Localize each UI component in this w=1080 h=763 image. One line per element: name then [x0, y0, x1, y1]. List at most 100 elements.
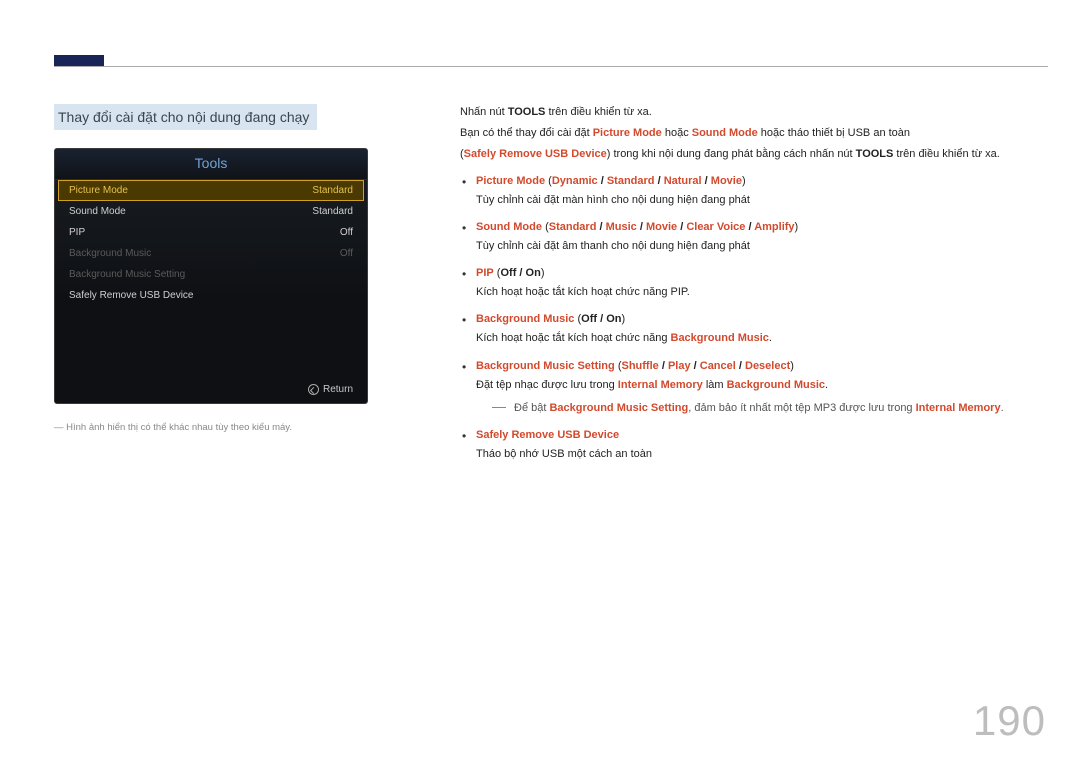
row-label: Picture Mode — [69, 185, 128, 196]
item-background-music-setting: Background Music Setting (Shuffle / Play… — [460, 358, 1048, 417]
text: ) — [541, 267, 545, 279]
opt: Standard — [607, 175, 655, 187]
row-label: Sound Mode — [69, 206, 126, 217]
picture-mode-term: Picture Mode — [593, 127, 662, 139]
text: ) — [621, 313, 625, 325]
opt: On — [606, 313, 621, 325]
row-value: Off — [340, 227, 353, 238]
section-heading: Thay đổi cài đặt cho nội dung đang chạy — [54, 104, 317, 130]
text: Bạn có thể thay đổi cài đặt — [460, 127, 593, 139]
sep: / — [659, 360, 668, 372]
opt: Music — [606, 221, 637, 233]
item-desc: Tùy chỉnh cài đặt âm thanh cho nội dung … — [476, 238, 1048, 255]
intro-line-3: (Safely Remove USB Device) trong khi nội… — [460, 146, 1048, 163]
page-number: 190 — [973, 697, 1046, 745]
text: hoặc tháo thiết bị USB an toàn — [758, 127, 910, 139]
sep: / — [736, 360, 745, 372]
row-value: Standard — [312, 185, 353, 196]
sep: / — [677, 221, 686, 233]
term: Internal Memory — [618, 379, 703, 391]
opt: Dynamic — [552, 175, 598, 187]
tools-row-background-music[interactable]: Background Music Off — [55, 243, 367, 264]
opt: Cancel — [700, 360, 736, 372]
opt: Clear Voice — [686, 221, 745, 233]
text: , đảm bảo ít nhất một tệp MP3 được lưu t… — [688, 402, 915, 414]
tools-panel: Tools Picture Mode Standard Sound Mode S… — [54, 148, 368, 404]
left-note: ― Hình ảnh hiển thị có thể khác nhau tùy… — [54, 422, 368, 433]
text: ) — [790, 360, 794, 372]
term: Internal Memory — [916, 402, 1001, 414]
item-label: PIP — [476, 267, 494, 279]
intro-line-1: Nhấn nút TOOLS trên điều khiển từ xa. — [460, 104, 1048, 121]
text: Để bật — [514, 402, 549, 414]
text: làm — [703, 379, 727, 391]
item-desc: Tùy chỉnh cài đặt màn hình cho nội dung … — [476, 192, 1048, 209]
text: ) — [795, 221, 799, 233]
opt: Play — [668, 360, 691, 372]
opt: Shuffle — [621, 360, 658, 372]
tools-keyword: TOOLS — [508, 106, 546, 118]
opt: On — [526, 267, 541, 279]
term: Background Music — [727, 379, 825, 391]
sep: / — [516, 267, 525, 279]
sep: / — [655, 175, 664, 187]
tools-row-pip[interactable]: PIP Off — [55, 222, 367, 243]
item-label: Picture Mode — [476, 175, 545, 187]
tools-row-background-music-setting[interactable]: Background Music Setting — [55, 264, 367, 285]
left-column: Thay đổi cài đặt cho nội dung đang chạy … — [54, 104, 368, 473]
tools-spacer — [55, 306, 367, 380]
term: Background Music Setting — [549, 402, 688, 414]
tools-keyword: TOOLS — [856, 148, 894, 160]
opt: Movie — [646, 221, 677, 233]
right-column: Nhấn nút TOOLS trên điều khiển từ xa. Bạ… — [460, 104, 1048, 473]
opt: Standard — [549, 221, 597, 233]
text: Kích hoạt hoặc tắt kích hoạt chức năng — [476, 332, 671, 344]
text: Nhấn nút — [460, 106, 508, 118]
text: trên điều khiển từ xa. — [545, 106, 651, 118]
sep: / — [691, 360, 700, 372]
tools-footer: Return — [55, 380, 367, 397]
opt: Deselect — [745, 360, 790, 372]
opt: Off — [500, 267, 516, 279]
opt: Off — [581, 313, 597, 325]
item-desc: Đặt tệp nhạc được lưu trong Internal Mem… — [476, 377, 1048, 394]
text: hoặc — [662, 127, 692, 139]
safely-remove-term: Safely Remove USB Device — [464, 148, 607, 160]
tools-row-sound-mode[interactable]: Sound Mode Standard — [55, 201, 367, 222]
note-bgm-setting: Để bật Background Music Setting, đảm bảo… — [492, 400, 1048, 417]
item-label: Background Music — [476, 313, 574, 325]
ornament-block — [54, 55, 104, 66]
item-label: Sound Mode — [476, 221, 542, 233]
tools-row-picture-mode[interactable]: Picture Mode Standard — [58, 180, 364, 201]
opt: Movie — [711, 175, 742, 187]
item-desc: Tháo bộ nhớ USB một cách an toàn — [476, 446, 1048, 463]
item-desc: Kích hoạt hoặc tắt kích hoạt chức năng P… — [476, 284, 1048, 301]
return-label[interactable]: Return — [323, 384, 353, 395]
item-desc: Kích hoạt hoặc tắt kích hoạt chức năng B… — [476, 330, 1048, 347]
item-pip: PIP (Off / On) Kích hoạt hoặc tắt kích h… — [460, 265, 1048, 301]
top-rule — [54, 66, 1048, 67]
return-icon[interactable] — [308, 384, 319, 395]
item-sound-mode: Sound Mode (Standard / Music / Movie / C… — [460, 219, 1048, 255]
tools-row-safely-remove-usb[interactable]: Safely Remove USB Device — [55, 285, 367, 306]
options-list: Picture Mode (Dynamic / Standard / Natur… — [460, 173, 1048, 463]
text: . — [825, 379, 828, 391]
row-label: PIP — [69, 227, 85, 238]
intro-line-2: Bạn có thể thay đổi cài đặt Picture Mode… — [460, 125, 1048, 142]
sound-mode-term: Sound Mode — [692, 127, 758, 139]
sep: / — [637, 221, 646, 233]
sep: / — [598, 175, 607, 187]
row-label: Background Music — [69, 248, 151, 259]
row-value: Off — [340, 248, 353, 259]
item-label: Safely Remove USB Device — [476, 429, 619, 441]
text: ) — [742, 175, 746, 187]
content: Thay đổi cài đặt cho nội dung đang chạy … — [54, 104, 1048, 473]
sep: / — [702, 175, 711, 187]
text: ) trong khi nội dung đang phát bằng cách… — [607, 148, 856, 160]
sep: / — [597, 313, 606, 325]
item-safely-remove-usb: Safely Remove USB Device Tháo bộ nhớ USB… — [460, 427, 1048, 463]
opt: Natural — [664, 175, 702, 187]
text: . — [1001, 402, 1004, 414]
text: trên điều khiển từ xa. — [893, 148, 999, 160]
term: Background Music — [671, 332, 769, 344]
